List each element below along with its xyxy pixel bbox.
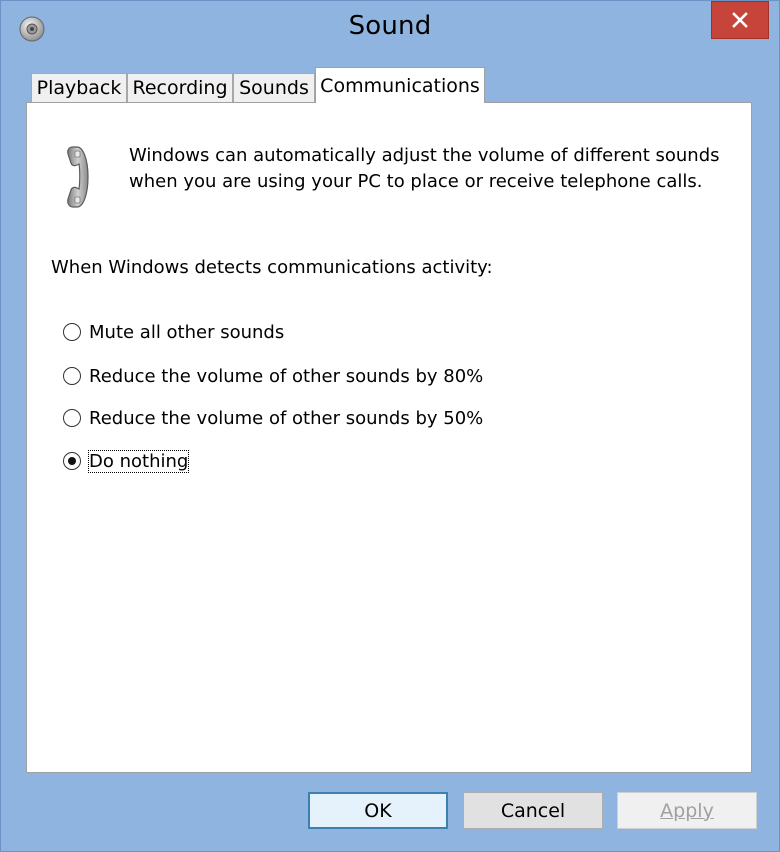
intro-line: when you are using your PC to place or r… — [129, 171, 703, 192]
radio-label: Reduce the volume of other sounds by 80% — [89, 365, 484, 387]
tab-label: Sounds — [239, 77, 309, 99]
close-button[interactable] — [711, 1, 769, 39]
radio-button[interactable] — [63, 323, 81, 341]
tab-communications[interactable]: Communications — [315, 67, 485, 103]
radio-reduce-50[interactable]: Reduce the volume of other sounds by 50% — [63, 405, 483, 431]
tab-label: Recording — [132, 77, 228, 99]
communications-panel: Windows can automatically adjust the vol… — [26, 102, 752, 773]
intro-text: Windows can automatically adjust the vol… — [129, 143, 729, 195]
radio-button[interactable] — [63, 367, 81, 385]
apply-label: Apply — [660, 799, 714, 822]
radio-label: Reduce the volume of other sounds by 50% — [89, 407, 484, 429]
tab-playback[interactable]: Playback — [31, 73, 127, 102]
radio-label: Mute all other sounds — [89, 321, 285, 343]
tab-sounds[interactable]: Sounds — [233, 73, 315, 102]
radio-button[interactable] — [63, 409, 81, 427]
radio-reduce-80[interactable]: Reduce the volume of other sounds by 80% — [63, 363, 483, 389]
apply-button[interactable]: Apply — [617, 792, 757, 829]
cancel-button[interactable]: Cancel — [463, 792, 603, 829]
intro-line: Windows can automatically adjust the vol… — [129, 145, 720, 166]
radio-button[interactable] — [63, 452, 81, 470]
activity-group-label: When Windows detects communications acti… — [51, 257, 493, 278]
tab-label: Playback — [36, 77, 122, 99]
ok-label: OK — [364, 799, 392, 822]
sound-dialog: Sound Playback Recording Sounds Communic… — [0, 0, 780, 852]
tab-recording[interactable]: Recording — [127, 73, 233, 102]
radio-mute-all[interactable]: Mute all other sounds — [63, 319, 284, 345]
telephone-icon — [63, 145, 97, 209]
title-bar[interactable]: Sound — [1, 1, 779, 59]
tab-label: Communications — [320, 74, 480, 97]
cancel-label: Cancel — [500, 799, 566, 822]
ok-button[interactable]: OK — [308, 792, 448, 829]
radio-label: Do nothing — [87, 449, 190, 473]
window-title: Sound — [348, 11, 432, 41]
radio-do-nothing[interactable]: Do nothing — [63, 448, 190, 474]
close-icon — [732, 12, 748, 28]
